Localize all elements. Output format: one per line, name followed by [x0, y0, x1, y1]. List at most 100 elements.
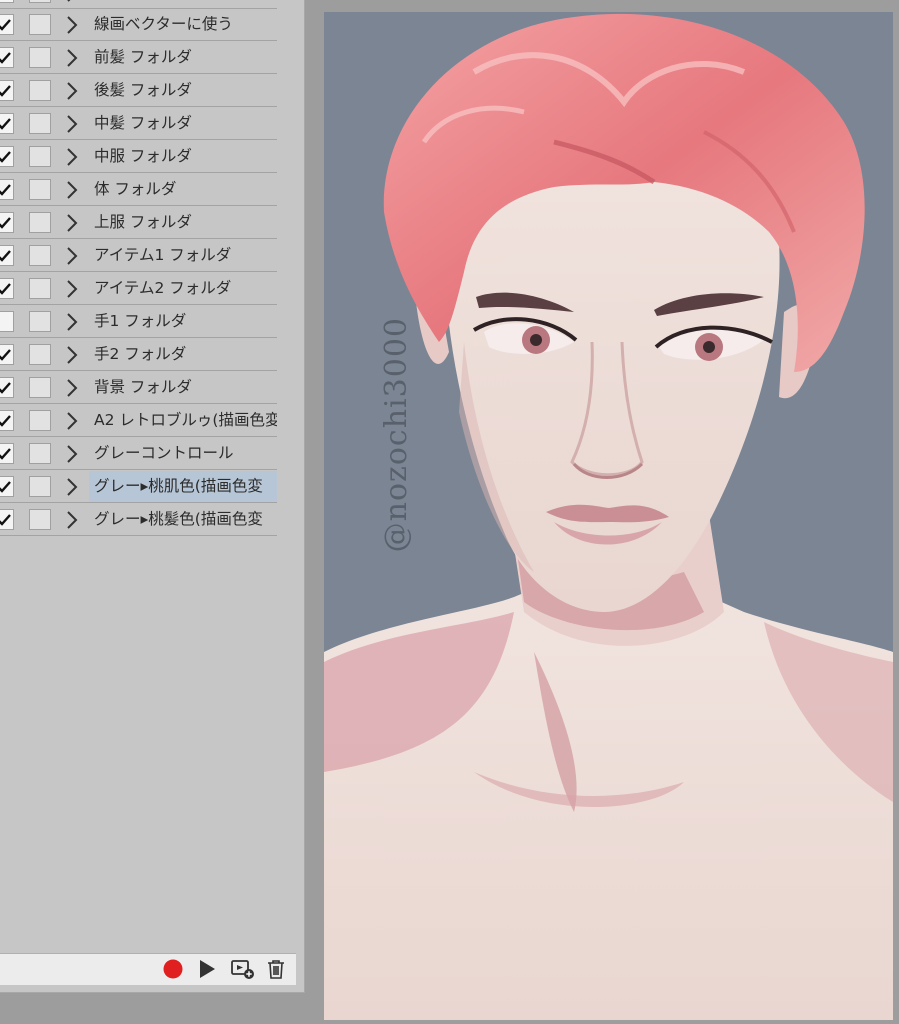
layer-name: 線画ベクターに使う — [94, 15, 233, 33]
chevron-right-icon[interactable] — [66, 16, 78, 34]
play-icon[interactable] — [196, 958, 218, 980]
checkmark-icon — [0, 52, 11, 64]
layer-row[interactable]: 前髪 フォルダ — [0, 42, 277, 74]
visibility-checkbox[interactable] — [0, 14, 14, 35]
layer-row[interactable]: 上服 フォルダ — [0, 207, 277, 239]
chevron-right-icon[interactable] — [66, 478, 78, 496]
layer-row[interactable]: 中服 フォルダ — [0, 141, 277, 173]
chevron-right-icon[interactable] — [66, 115, 78, 133]
visibility-checkbox[interactable] — [0, 344, 14, 365]
layer-row-partial[interactable] — [0, 0, 277, 9]
dialog-toggle-checkbox[interactable] — [29, 377, 51, 398]
dialog-toggle-checkbox[interactable] — [29, 113, 51, 134]
chevron-right-icon[interactable] — [66, 82, 78, 100]
chevron-right-icon[interactable] — [66, 247, 78, 265]
dialog-toggle-checkbox[interactable] — [29, 146, 51, 167]
chevron-right-icon[interactable] — [66, 181, 78, 199]
layer-row[interactable]: 中髪 フォルダ — [0, 108, 277, 140]
dialog-toggle-checkbox[interactable] — [29, 476, 51, 497]
dialog-toggle-checkbox[interactable] — [29, 14, 51, 35]
dialog-toggle-checkbox[interactable] — [29, 179, 51, 200]
chevron-right-icon[interactable] — [66, 346, 78, 364]
chevron-right-icon[interactable] — [66, 412, 78, 430]
checkmark-icon — [0, 19, 11, 31]
visibility-checkbox[interactable] — [0, 146, 14, 167]
checkmark-icon — [0, 481, 11, 493]
layer-row[interactable]: 手2 フォルダ — [0, 339, 277, 371]
panel-bottom-toolbar — [0, 953, 296, 985]
chevron-right-icon[interactable] — [66, 148, 78, 166]
chevron-right-icon[interactable] — [66, 280, 78, 298]
checkmark-icon — [0, 382, 11, 394]
layer-row[interactable]: 背景 フォルダ — [0, 372, 277, 404]
trash-icon[interactable] — [265, 958, 287, 980]
watermark-text: @nozochi3000 — [379, 317, 414, 553]
layer-name: 手1 フォルダ — [94, 312, 187, 330]
visibility-checkbox[interactable] — [0, 179, 14, 200]
visibility-checkbox[interactable] — [0, 311, 14, 332]
dialog-toggle-checkbox[interactable] — [29, 311, 51, 332]
layer-name: アイテム2 フォルダ — [94, 279, 232, 297]
visibility-checkbox[interactable] — [0, 278, 14, 299]
layer-name: 体 フォルダ — [94, 180, 177, 198]
checkmark-icon — [0, 118, 11, 130]
layer-name: グレー▸桃肌色(描画色変 — [89, 471, 277, 502]
visibility-checkbox[interactable] — [0, 0, 14, 3]
layer-row[interactable]: アイテム2 フォルダ — [0, 273, 277, 305]
layer-name: A2 レトロブルゥ(描画色変 — [94, 411, 277, 429]
layer-row[interactable]: グレーコントロール — [0, 438, 277, 470]
visibility-checkbox[interactable] — [0, 377, 14, 398]
dialog-toggle-checkbox[interactable] — [29, 0, 51, 3]
chevron-right-icon[interactable] — [66, 445, 78, 463]
record-icon[interactable] — [162, 958, 184, 980]
dialog-toggle-checkbox[interactable] — [29, 212, 51, 233]
visibility-checkbox[interactable] — [0, 80, 14, 101]
layer-row[interactable]: グレー▸桃肌色(描画色変 — [0, 471, 277, 503]
visibility-checkbox[interactable] — [0, 476, 14, 497]
chevron-right-icon[interactable] — [66, 49, 78, 67]
add-action-icon[interactable] — [230, 958, 254, 980]
layer-name: 背景 フォルダ — [94, 378, 192, 396]
visibility-checkbox[interactable] — [0, 245, 14, 266]
dialog-toggle-checkbox[interactable] — [29, 245, 51, 266]
checkmark-icon — [0, 415, 11, 427]
dialog-toggle-checkbox[interactable] — [29, 80, 51, 101]
layer-name: グレー▸桃髪色(描画色変 — [94, 510, 263, 528]
chevron-right-icon[interactable] — [66, 0, 78, 2]
layer-row[interactable]: 手1 フォルダ — [0, 306, 277, 338]
layer-name: 上服 フォルダ — [94, 213, 192, 231]
layer-name: 中髪 フォルダ — [94, 114, 192, 132]
dialog-toggle-checkbox[interactable] — [29, 509, 51, 530]
dialog-toggle-checkbox[interactable] — [29, 47, 51, 68]
layer-row[interactable]: グレー▸桃髪色(描画色変 — [0, 504, 277, 536]
canvas[interactable]: @nozochi3000 — [324, 12, 893, 1020]
layer-row[interactable]: 体 フォルダ — [0, 174, 277, 206]
dialog-toggle-checkbox[interactable] — [29, 344, 51, 365]
chevron-right-icon[interactable] — [66, 313, 78, 331]
dialog-toggle-checkbox[interactable] — [29, 443, 51, 464]
visibility-checkbox[interactable] — [0, 410, 14, 431]
layer-name: 中服 フォルダ — [94, 147, 192, 165]
chevron-right-icon[interactable] — [66, 214, 78, 232]
checkmark-icon — [0, 448, 11, 460]
layer-row[interactable]: 後髪 フォルダ — [0, 75, 277, 107]
dialog-toggle-checkbox[interactable] — [29, 410, 51, 431]
chevron-right-icon[interactable] — [66, 379, 78, 397]
layer-row[interactable]: 線画ベクターに使う — [0, 9, 277, 41]
layer-row[interactable]: A2 レトロブルゥ(描画色変 — [0, 405, 277, 437]
checkmark-icon — [0, 85, 11, 97]
visibility-checkbox[interactable] — [0, 443, 14, 464]
layer-row[interactable]: アイテム1 フォルダ — [0, 240, 277, 272]
layer-name: 後髪 フォルダ — [94, 81, 192, 99]
checkmark-icon — [0, 283, 11, 295]
visibility-checkbox[interactable] — [0, 212, 14, 233]
visibility-checkbox[interactable] — [0, 113, 14, 134]
checkmark-icon — [0, 184, 11, 196]
checkmark-icon — [0, 349, 11, 361]
visibility-checkbox[interactable] — [0, 47, 14, 68]
layer-name: 手2 フォルダ — [94, 345, 187, 363]
dialog-toggle-checkbox[interactable] — [29, 278, 51, 299]
visibility-checkbox[interactable] — [0, 509, 14, 530]
checkmark-icon — [0, 151, 11, 163]
chevron-right-icon[interactable] — [66, 511, 78, 529]
